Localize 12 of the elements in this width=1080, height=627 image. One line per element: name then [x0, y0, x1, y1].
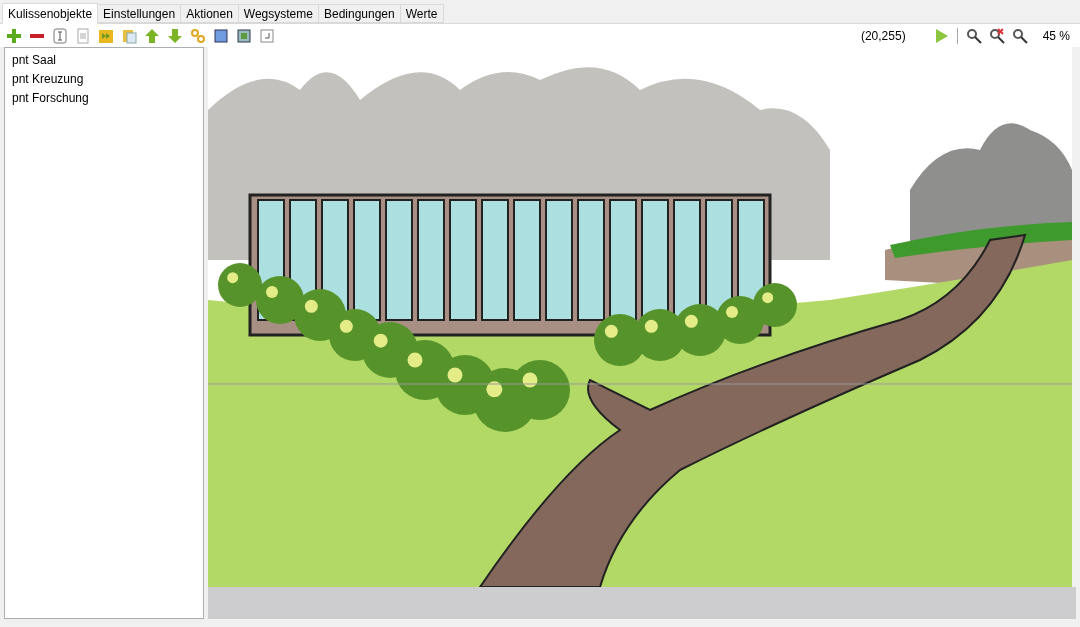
list-item[interactable]: pnt Saal [5, 51, 203, 70]
tab[interactable]: Kulissenobjekte [2, 3, 99, 24]
tab[interactable]: Aktionen [181, 4, 239, 23]
list-item[interactable]: pnt Forschung [5, 89, 203, 108]
list-item[interactable]: pnt Kreuzung [5, 70, 203, 89]
tab[interactable]: Wegsysteme [238, 4, 319, 23]
tab[interactable]: Einstellungen [98, 4, 182, 23]
text-cursor-icon[interactable] [50, 25, 70, 46]
tab[interactable]: Werte [400, 4, 444, 23]
coordinates-text: (20,255) [860, 27, 906, 45]
zoom-level-text: 45 % [1042, 27, 1070, 45]
tab[interactable]: Bedingungen [318, 4, 401, 23]
